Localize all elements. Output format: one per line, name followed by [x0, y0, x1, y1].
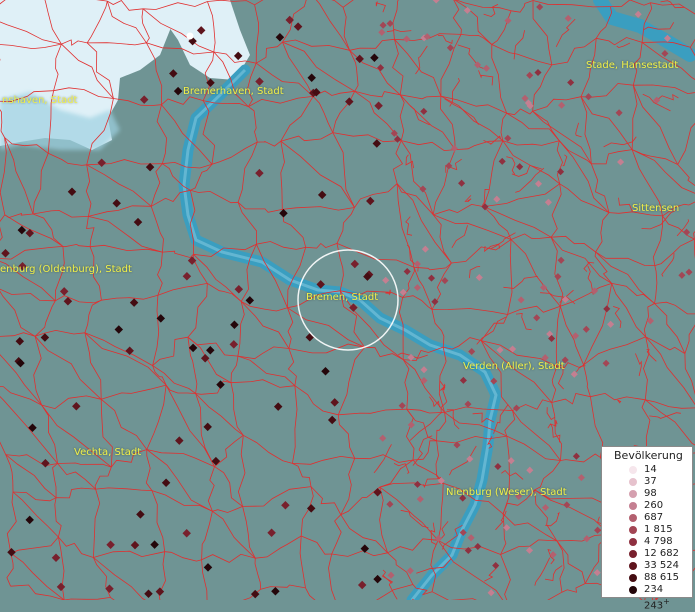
legend-title: Bevölkerung — [602, 447, 692, 464]
legend-label: 1 815 — [644, 524, 673, 536]
legend-panel: Bevölkerung 1437982606871 8154 79812 682… — [601, 446, 693, 598]
legend-entry: 37 — [602, 476, 692, 488]
legend-entry: 687 — [602, 512, 692, 524]
legend-swatch — [629, 514, 637, 522]
legend-entry: 234 243+ — [602, 584, 692, 596]
legend-swatch — [629, 586, 637, 594]
legend-label: 12 682 — [644, 548, 679, 560]
legend-label: 33 524 — [644, 560, 679, 572]
legend-swatch — [629, 466, 637, 474]
city-label: Verden (Aller), Stadt — [463, 361, 565, 372]
legend-swatch — [629, 562, 637, 570]
legend-label: 260 — [644, 500, 663, 512]
legend-label: 14 — [644, 464, 657, 476]
population-marker[interactable] — [187, 33, 194, 40]
city-label: Bremen, Stadt — [306, 292, 378, 303]
legend-label: 687 — [644, 512, 663, 524]
legend-max-suffix: + — [663, 597, 670, 606]
city-label: Stade, Hansestadt — [586, 60, 678, 71]
legend-swatch — [629, 490, 637, 498]
legend-entry: 14 — [602, 464, 692, 476]
legend-label: 37 — [644, 476, 657, 488]
legend-entry: 33 524 — [602, 560, 692, 572]
legend-swatch — [629, 526, 637, 534]
legend-entry: 88 615 — [602, 572, 692, 584]
legend-entry: 98 — [602, 488, 692, 500]
legend-swatch — [629, 550, 637, 558]
legend-entry: 12 682 — [602, 548, 692, 560]
city-label: Bremerhaven, Stadt — [183, 86, 284, 97]
legend-entry: 260 — [602, 500, 692, 512]
city-label: nshaven, Stadt — [2, 95, 77, 106]
legend-swatch — [629, 538, 637, 546]
legend-swatch — [629, 574, 637, 582]
city-label: enburg (Oldenburg), Stadt — [0, 264, 132, 275]
city-label: Vechta, Stadt — [74, 447, 141, 458]
legend-label: 98 — [644, 488, 657, 500]
legend-entry: 1 815 — [602, 524, 692, 536]
legend-swatch — [629, 502, 637, 510]
legend-label: 88 615 — [644, 572, 679, 584]
legend-label: 234 243+ — [644, 584, 692, 612]
legend-entry: 4 798 — [602, 536, 692, 548]
legend-label: 4 798 — [644, 536, 673, 548]
legend-swatch — [629, 478, 637, 486]
city-label: Nienburg (Weser), Stadt — [446, 487, 567, 498]
city-label: Sittensen — [632, 203, 679, 214]
